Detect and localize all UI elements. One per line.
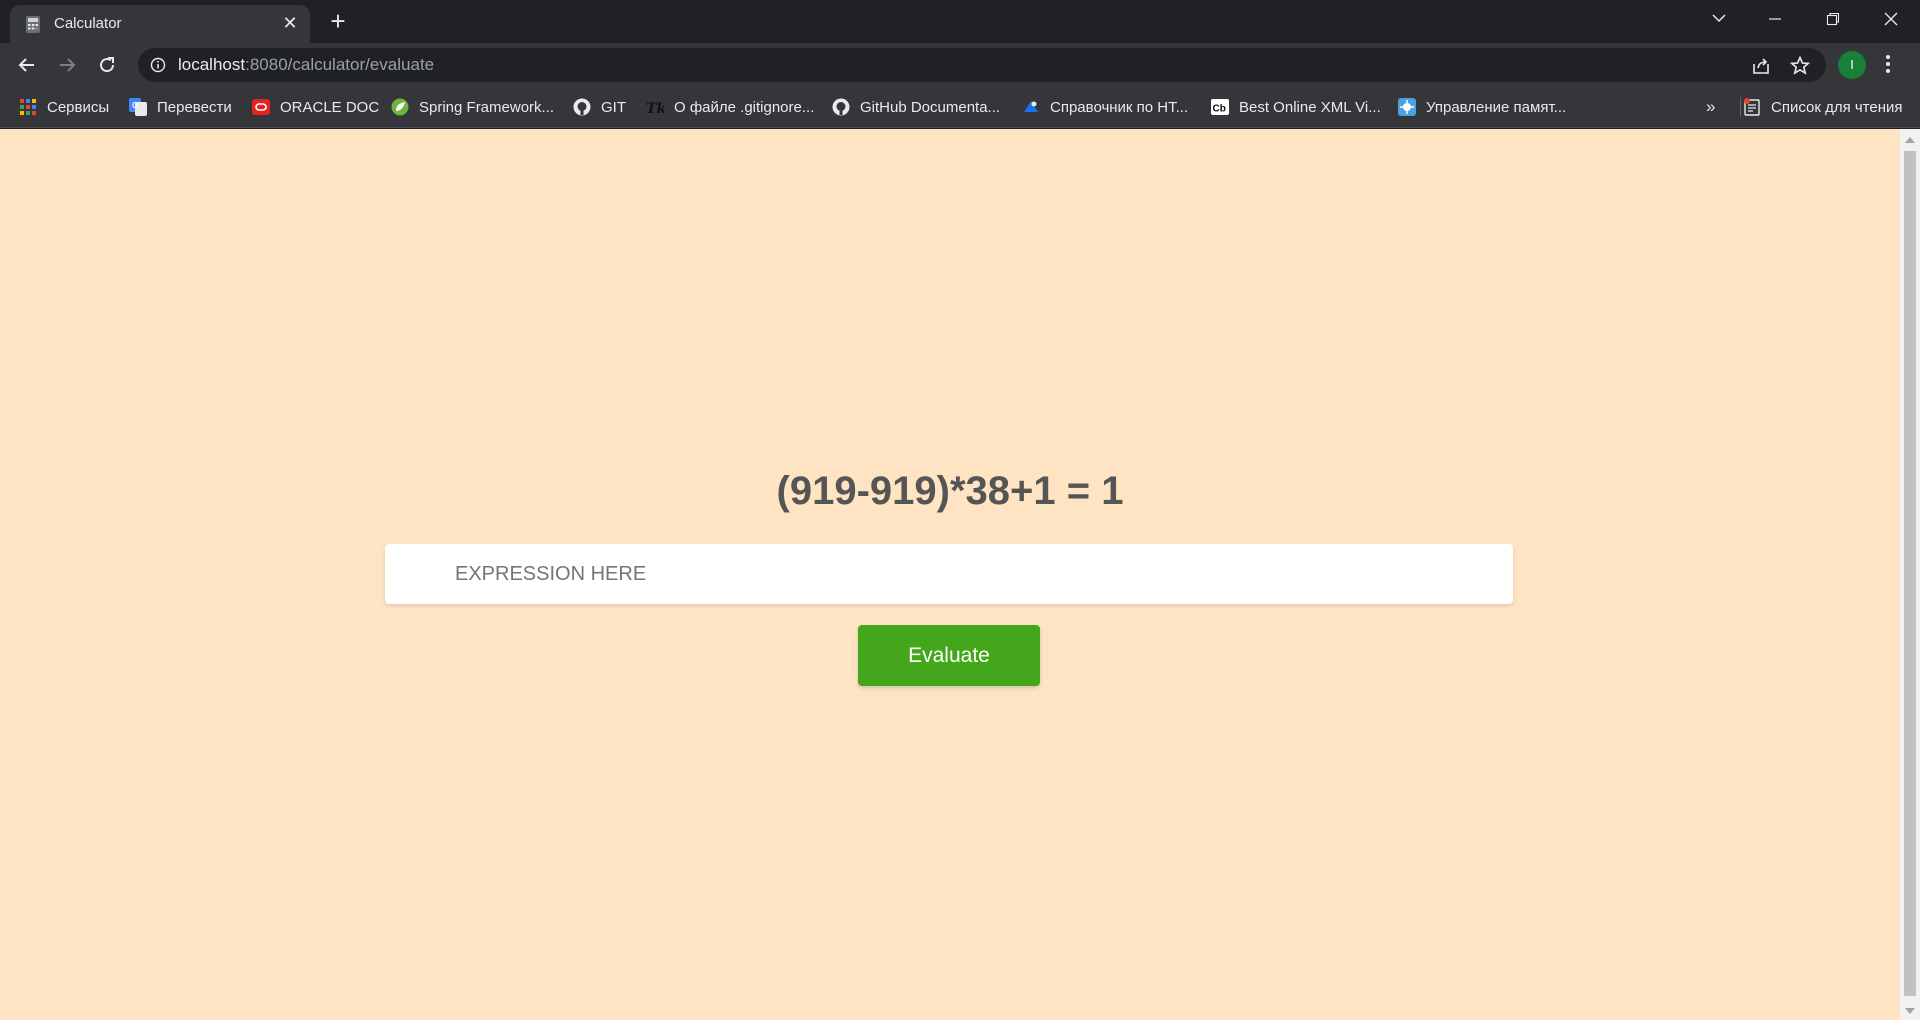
bookmark-label: GIT [601, 98, 626, 116]
scroll-down-arrow-icon[interactable] [1905, 1008, 1915, 1014]
bookmark-star-icon[interactable] [1789, 55, 1811, 77]
svg-text:Cb: Cb [1213, 104, 1226, 115]
google-translate-icon: G [129, 98, 147, 116]
bookmarks-bar: Сервисы G Перевести ORACLE DOC Spring Fr… [0, 87, 1920, 128]
bookmark-item[interactable]: GIT [573, 96, 626, 118]
back-button[interactable] [13, 51, 41, 79]
reading-list-button[interactable]: Список для чтения [1743, 96, 1903, 118]
tab-strip: Calculator ✕ + [0, 0, 1920, 43]
bookmark-item[interactable]: Управление памят... [1398, 96, 1566, 118]
forward-button[interactable] [53, 51, 81, 79]
close-tab-icon[interactable]: ✕ [280, 14, 300, 34]
scrollbar-thumb[interactable] [1904, 151, 1916, 996]
new-tab-button[interactable]: + [325, 8, 351, 35]
browser-tab[interactable]: Calculator ✕ [10, 5, 310, 43]
bookmark-label: Spring Framework... [419, 98, 555, 116]
oracle-icon [252, 99, 270, 115]
bookmark-item[interactable]: G Перевести [129, 96, 232, 118]
minimize-icon [1769, 18, 1781, 20]
svg-text:G: G [132, 101, 138, 110]
memory-icon [1398, 98, 1416, 116]
page-scrollbar[interactable] [1900, 129, 1920, 1020]
close-icon [1884, 12, 1898, 26]
info-icon[interactable] [150, 57, 166, 73]
minimize-button[interactable] [1752, 0, 1798, 38]
restore-icon [1826, 12, 1840, 26]
arrow-right-icon [60, 58, 76, 72]
page-viewport: (919-919)*38+1 = 1 Evaluate [0, 129, 1900, 1020]
bookmark-item[interactable]: Cb Best Online XML Vi... [1211, 96, 1381, 118]
github-icon [832, 98, 850, 116]
reading-list-icon [1744, 98, 1760, 116]
htmlbook-icon [1024, 101, 1038, 112]
svg-text:Tk: Tk [646, 101, 664, 116]
bookmark-label: ORACLE DOC [280, 98, 380, 116]
share-icon[interactable] [1750, 55, 1772, 77]
reload-icon [100, 57, 115, 73]
bookmarks-divider [1740, 97, 1741, 117]
bookmark-label: GitHub Documenta... [860, 98, 1001, 116]
github-icon [573, 98, 591, 116]
bookmark-label: О файле .gitignore... [674, 98, 815, 116]
reading-list-label: Список для чтения [1771, 98, 1903, 116]
evaluate-button[interactable]: Evaluate [858, 625, 1040, 686]
bookmark-label: Best Online XML Vi... [1239, 98, 1381, 116]
spring-leaf-icon [391, 98, 409, 116]
bookmark-label: Справочник по HT... [1050, 98, 1189, 116]
expression-input[interactable] [385, 544, 1513, 604]
bookmark-item[interactable]: Сервисы [19, 96, 109, 118]
calculator-icon [26, 16, 40, 33]
bookmark-item[interactable]: ORACLE DOC [252, 96, 379, 118]
arrow-left-icon [18, 58, 34, 72]
scroll-up-arrow-icon[interactable] [1905, 137, 1915, 143]
bookmark-label: Управление памят... [1426, 98, 1567, 116]
bookmark-item[interactable]: GitHub Documenta... [832, 96, 1000, 118]
bookmark-item[interactable]: Spring Framework... [391, 96, 554, 118]
url-text[interactable]: localhost:8080/calculator/evaluate [178, 55, 434, 75]
apps-grid-icon [20, 99, 36, 115]
bookmark-item[interactable]: Tk О файле .gitignore... [646, 96, 814, 118]
bookmarks-overflow-button[interactable]: » [1706, 96, 1715, 118]
close-window-button[interactable] [1868, 0, 1914, 38]
chevron-down-icon [1712, 14, 1726, 23]
more-vertical-icon[interactable] [1885, 53, 1891, 75]
evaluation-result: (919-919)*38+1 = 1 [776, 469, 1124, 513]
bookmark-label: Сервисы [47, 98, 110, 116]
url-path: :8080/calculator/evaluate [245, 55, 435, 74]
cb-icon: Cb [1211, 99, 1229, 115]
bookmark-label: Перевести [157, 98, 232, 116]
tab-search-button[interactable] [1696, 0, 1742, 38]
bookmark-item[interactable]: Справочник по HT... [1022, 96, 1188, 118]
reload-button[interactable] [93, 51, 121, 79]
profile-avatar[interactable]: I [1838, 51, 1866, 79]
tab-title: Calculator [54, 15, 122, 32]
browser-toolbar: localhost:8080/calculator/evaluate I [0, 43, 1920, 87]
address-bar[interactable]: localhost:8080/calculator/evaluate [138, 48, 1826, 82]
restore-button[interactable] [1810, 0, 1856, 38]
tk-icon: Tk [646, 101, 664, 116]
url-host: localhost [178, 55, 246, 74]
